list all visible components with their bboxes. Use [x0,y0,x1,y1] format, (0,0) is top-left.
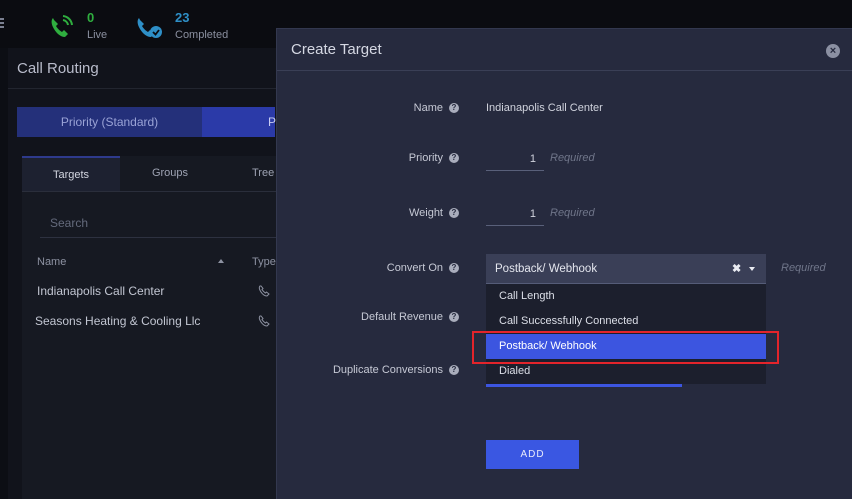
panel-tabs: Targets Groups Tree [22,156,280,192]
routing-strategy-toggle: Priority (Standard) P [17,107,276,137]
help-icon[interactable]: ? [449,103,459,113]
tab-groups[interactable]: Groups [120,156,220,192]
completed-label: Completed [175,29,229,41]
duplicate-conversions-label: Duplicate Conversions [332,364,443,376]
live-phone-icon [51,15,73,37]
duplicate-conversions-toggle[interactable] [486,384,682,387]
chevron-down-icon[interactable] [749,267,755,271]
target-name: Indianapolis Call Center [37,284,165,298]
priority-standard-option[interactable]: Priority (Standard) [17,107,202,137]
name-label: Name [413,102,443,114]
divider [277,70,852,71]
option-call-length[interactable]: Call Length [486,284,766,309]
target-name: Seasons Heating & Cooling Llc [35,314,201,328]
phone-icon [258,285,270,297]
table-row[interactable]: Seasons Heating & Cooling Llc [22,307,280,335]
tab-targets[interactable]: Targets [22,156,120,192]
divider [8,88,283,89]
clear-icon[interactable]: ✖ [732,262,741,275]
weight-required-hint: Required [550,207,595,219]
convert-on-select[interactable]: Postback/ Webhook ✖ [486,254,766,284]
add-button[interactable]: ADD [486,440,579,469]
convert-on-required-hint: Required [781,262,826,274]
help-icon[interactable]: ? [449,208,459,218]
help-icon[interactable]: ? [449,365,459,375]
live-count: 0 [87,10,95,25]
priority-required-hint: Required [550,152,595,164]
column-header-name[interactable]: Name [37,256,66,268]
close-icon[interactable]: × [826,44,840,58]
modal-title: Create Target [291,41,382,58]
weight-input[interactable]: 1 [486,202,544,226]
priority-label: Priority [408,152,443,164]
page-title: Call Routing [17,60,99,77]
divider [22,191,277,192]
convert-on-selected-value: Postback/ Webhook [495,263,598,275]
name-value[interactable]: Indianapolis Call Center [486,102,603,114]
help-icon[interactable]: ? [449,153,459,163]
default-revenue-label: Default Revenue [361,311,443,323]
completed-count: 23 [175,10,190,25]
completed-phone-icon [137,18,162,38]
help-icon[interactable]: ? [449,263,459,273]
menu-icon[interactable] [0,18,4,28]
convert-on-label: Convert On [386,262,443,274]
table-row[interactable]: Indianapolis Call Center [22,277,280,305]
weight-label: Weight [408,207,443,219]
sort-asc-icon[interactable] [218,259,224,263]
help-icon[interactable]: ? [449,312,459,322]
priority-input[interactable]: 1 [486,147,544,171]
live-label: Live [87,29,108,41]
selection-highlight-box [472,331,779,364]
